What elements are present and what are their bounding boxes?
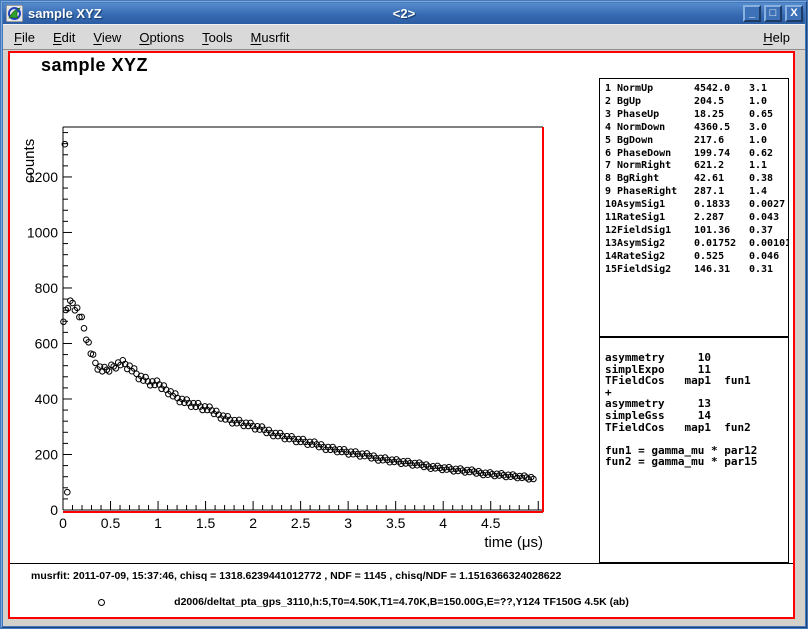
titlebar[interactable]: sample XYZ <2> _ □ X [3,3,805,24]
parameter-row: 10AsymSig10.18330.0027 [600,199,788,212]
svg-text:2.5: 2.5 [291,515,311,531]
parameter-row: 6PhaseDown199.740.62 [600,148,788,161]
parameter-row: 15FieldSig2146.310.31 [600,264,788,277]
svg-text:600: 600 [35,335,59,351]
parameter-row: 9PhaseRight287.11.4 [600,186,788,199]
menu-item-file[interactable]: File [5,27,44,48]
parameter-row: 1NormUp4542.03.1 [600,83,788,96]
parameter-row: 3PhaseUp18.250.65 [600,109,788,122]
theory-line: fun2 = gamma_mu * par15 [605,456,788,468]
fit-parameters-box[interactable]: 1NormUp4542.03.12BgUp204.51.03PhaseUp18.… [599,78,789,337]
theory-line: asymmetry 10 [605,352,788,364]
menu-item-help[interactable]: Help [754,27,799,48]
plot-pad[interactable]: counts time (μs) 02004006008001000120000… [10,53,570,559]
footer-divider [10,563,793,564]
window-title: sample XYZ [28,6,102,21]
theory-line: TFieldCos map1 fun1 [605,375,788,387]
menubar: FileEditViewOptionsToolsMusrfit Help [3,24,805,50]
svg-text:4.5: 4.5 [481,515,501,531]
pad-indicator: <2> [3,6,805,21]
data-points [61,141,537,495]
fit-info-text: musrfit: 2011-07-09, 15:37:46, chisq = 1… [31,570,561,582]
svg-text:0.5: 0.5 [101,515,121,531]
svg-text:3.5: 3.5 [386,515,406,531]
menu-item-options[interactable]: Options [130,27,193,48]
svg-text:3: 3 [344,515,352,531]
svg-text:200: 200 [35,446,59,462]
svg-text:1: 1 [154,515,162,531]
parameter-row: 5BgDown217.61.0 [600,135,788,148]
svg-text:1000: 1000 [27,224,58,240]
menu-item-view[interactable]: View [84,27,130,48]
menu-item-tools[interactable]: Tools [193,27,241,48]
svg-text:1.5: 1.5 [196,515,216,531]
menu-item-edit[interactable]: Edit [44,27,84,48]
legend[interactable]: d2006/deltat_pta_gps_3110,h:5,T0=4.50K,T… [10,596,793,612]
window-buttons: _ □ X [743,5,805,22]
svg-text:400: 400 [35,391,59,407]
parameter-row: 8BgRight42.610.38 [600,173,788,186]
parameter-row: 11RateSig12.2870.043 [600,212,788,225]
parameter-row: 7NormRight621.21.1 [600,160,788,173]
close-button[interactable]: X [785,5,803,22]
theory-line: TFieldCos map1 fun2 [605,422,788,434]
theory-line [605,433,788,445]
root-app-icon [6,5,23,22]
parameter-row: 2BgUp204.51.0 [600,96,788,109]
maximize-button[interactable]: □ [764,5,782,22]
svg-text:0: 0 [50,502,58,518]
application-window: sample XYZ <2> _ □ X FileEditViewOptions… [0,0,808,629]
canvas-client-area: sample XYZ counts time (μs) 020040060080… [3,50,805,626]
svg-text:2: 2 [249,515,257,531]
svg-text:800: 800 [35,280,59,296]
menu-item-musrfit[interactable]: Musrfit [242,27,299,48]
legend-run-title: d2006/deltat_pta_gps_3110,h:5,T0=4.50K,T… [10,596,793,608]
root-canvas[interactable]: sample XYZ counts time (μs) 020040060080… [8,51,795,619]
theory-box[interactable]: asymmetry 10simplExpo 11TFieldCos map1 f… [599,337,789,563]
theory-line: simpleGss 14 [605,410,788,422]
minimize-button[interactable]: _ [743,5,761,22]
parameter-row: 4NormDown4360.53.0 [600,122,788,135]
x-axis-title: time (μs) [484,534,543,551]
parameter-row: 13AsymSig20.017520.00101 [600,238,788,251]
parameter-row: 12FieldSig1101.360.37 [600,225,788,238]
svg-text:0: 0 [59,515,67,531]
parameter-row: 14RateSig20.5250.046 [600,251,788,264]
svg-text:4: 4 [439,515,447,531]
svg-text:1200: 1200 [27,169,58,185]
